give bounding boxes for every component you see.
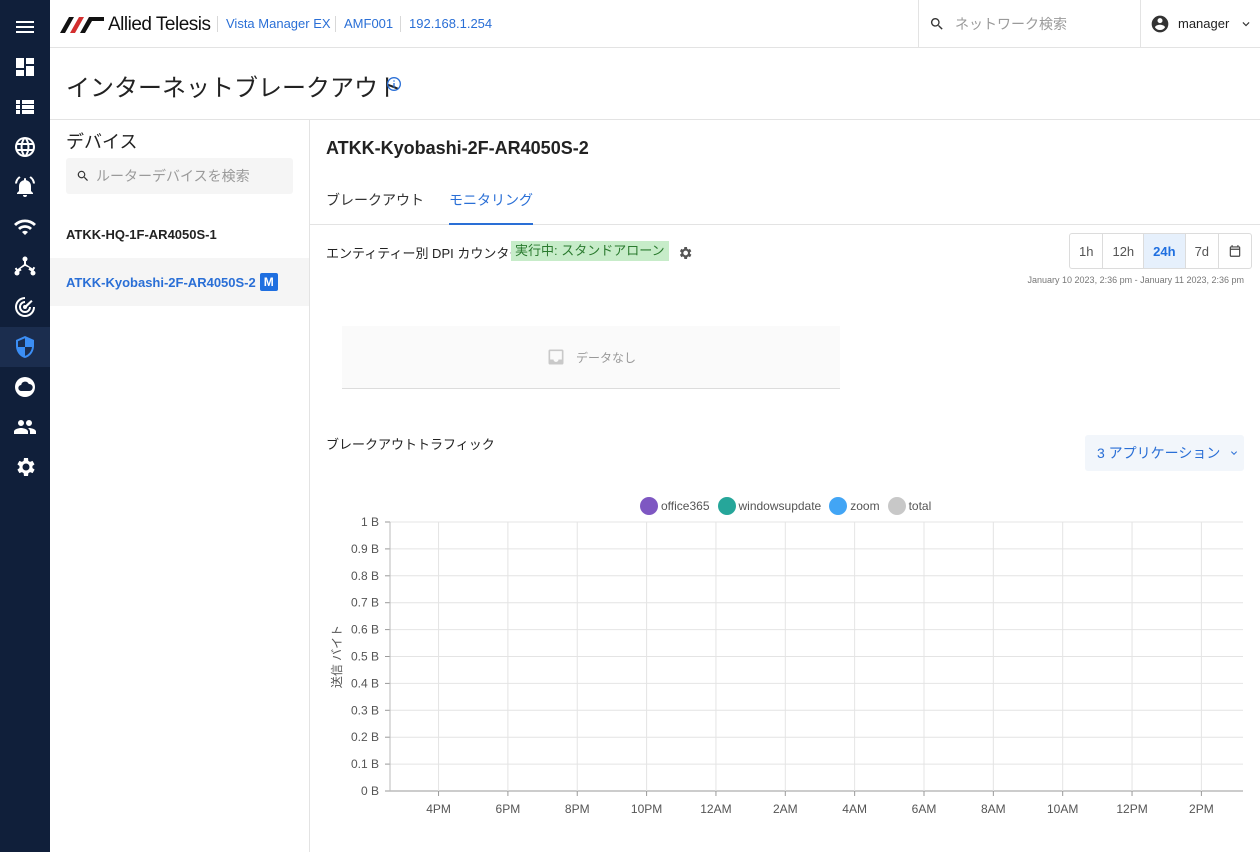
x-tick-label: 8AM <box>981 802 1006 816</box>
device-item[interactable]: ATKK-HQ-1F-AR4050S-1 <box>50 210 309 258</box>
application-select-label: 3 アプリケーション <box>1097 445 1221 461</box>
device-panel-title: デバイス <box>66 132 138 152</box>
y-axis-title: 送信 バイト <box>329 625 344 688</box>
network-search <box>918 0 1140 47</box>
range-12h[interactable]: 12h <box>1103 234 1145 268</box>
device-item-label: ATKK-HQ-1F-AR4050S-1 <box>66 226 217 242</box>
master-badge: M <box>259 273 278 291</box>
breakout-traffic-label: ブレークアウトトラフィック <box>326 437 495 452</box>
page-header: インターネットブレークアウト <box>50 48 1260 120</box>
topology-icon[interactable] <box>0 247 50 287</box>
user-menu[interactable]: manager <box>1140 0 1260 47</box>
allied-telesis-logo-icon <box>60 17 104 33</box>
x-tick-label: 4PM <box>426 802 451 816</box>
range-7d[interactable]: 7d <box>1186 234 1220 268</box>
range-24h[interactable]: 24h <box>1144 234 1186 268</box>
y-tick-label: 0.6 B <box>351 623 379 637</box>
device-heading: ATKK-Kyobashi-2F-AR4050S-2 <box>326 138 589 158</box>
gear-icon[interactable] <box>677 245 693 261</box>
y-tick-label: 0.7 B <box>351 596 379 610</box>
x-tick-label: 2PM <box>1189 802 1214 816</box>
settings-icon[interactable] <box>0 447 50 487</box>
y-tick-label: 0.3 B <box>351 703 379 717</box>
x-tick-label: 6PM <box>496 802 521 816</box>
page-title: インターネットブレークアウト <box>66 75 402 102</box>
y-tick-label: 0.2 B <box>351 730 379 744</box>
y-tick-label: 0.1 B <box>351 757 379 771</box>
account-icon <box>1151 15 1169 32</box>
list-icon[interactable] <box>0 87 50 127</box>
y-tick-label: 0.8 B <box>351 569 379 583</box>
y-tick-label: 1 B <box>361 515 379 529</box>
time-range-selector: 1h 12h 24h 7d <box>1069 233 1253 269</box>
alarm-icon[interactable] <box>0 167 50 207</box>
info-icon[interactable] <box>386 76 402 92</box>
top-bar: Allied Telesis Vista Manager EX AMF001 1… <box>50 0 1260 48</box>
status-chip: 実行中: スタンドアローン <box>511 241 669 261</box>
x-tick-label: 2AM <box>773 802 798 816</box>
x-tick-label: 8PM <box>565 802 590 816</box>
no-data-panel: データなし <box>342 326 840 389</box>
range-1h[interactable]: 1h <box>1070 234 1104 268</box>
search-icon <box>77 170 88 181</box>
x-tick-label: 10PM <box>631 802 662 816</box>
device-search-input[interactable] <box>96 168 286 184</box>
y-tick-label: 0.4 B <box>351 676 379 690</box>
radar-icon[interactable] <box>0 287 50 327</box>
inbox-icon <box>548 349 564 365</box>
nav-rail <box>0 0 50 852</box>
device-item-label: ATKK-Kyobashi-2F-AR4050S-2 <box>66 274 256 290</box>
device-item-selected[interactable]: ATKK-Kyobashi-2F-AR4050S-2 M <box>50 258 309 306</box>
brand-logo[interactable]: Allied Telesis <box>60 14 211 36</box>
user-name: manager <box>1178 16 1230 31</box>
traffic-chart: 0 B 0.1 B 0.2 B 0.3 B 0.4 B 0.5 B 0.6 B 0.7 B 0.… <box>329 515 1243 816</box>
x-tick-label: 10AM <box>1047 802 1078 816</box>
application-select[interactable]: 3 アプリケーション <box>1085 435 1244 471</box>
tab-breakout[interactable]: ブレークアウト <box>326 190 424 225</box>
y-tick-label: 0.5 B <box>351 650 379 664</box>
range-caption: January 10 2023, 2:36 pm - January 11 20… <box>1027 275 1244 285</box>
x-tick-label: 6AM <box>912 802 937 816</box>
breadcrumb-product[interactable]: Vista Manager EX <box>217 16 331 32</box>
menu-icon[interactable] <box>0 7 50 47</box>
breadcrumb-area[interactable]: AMF001 <box>335 16 393 32</box>
x-tick-label: 4AM <box>842 802 867 816</box>
calendar-icon <box>1229 245 1241 257</box>
x-tick-label: 12AM <box>700 802 731 816</box>
shield-icon[interactable] <box>0 327 50 367</box>
y-tick-label: 0.9 B <box>351 542 379 556</box>
dpi-counter-label: エンティティー別 DPI カウンター <box>326 246 523 261</box>
y-tick-label: 0 B <box>361 784 379 798</box>
chevron-down-icon <box>1231 451 1238 455</box>
search-icon <box>930 17 943 30</box>
users-icon[interactable] <box>0 407 50 447</box>
tab-bar: ブレークアウト モニタリング <box>310 176 1260 225</box>
device-search <box>66 158 293 194</box>
cloud-icon[interactable] <box>0 367 50 407</box>
wifi-icon[interactable] <box>0 207 50 247</box>
brand-name: Allied Telesis <box>108 14 211 35</box>
breadcrumb-ip[interactable]: 192.168.1.254 <box>400 16 492 32</box>
device-panel: デバイス ATKK-HQ-1F-AR4050S-1 ATKK-Kyobashi-… <box>50 120 310 852</box>
chevron-down-icon <box>1242 21 1250 26</box>
x-tick-label: 12PM <box>1116 802 1147 816</box>
tab-monitoring[interactable]: モニタリング <box>449 190 533 225</box>
globe-icon[interactable] <box>0 127 50 167</box>
no-data-text: データなし <box>575 350 636 365</box>
network-search-input[interactable] <box>955 15 1125 32</box>
calendar-button[interactable] <box>1219 234 1251 268</box>
dashboard-icon[interactable] <box>0 47 50 87</box>
